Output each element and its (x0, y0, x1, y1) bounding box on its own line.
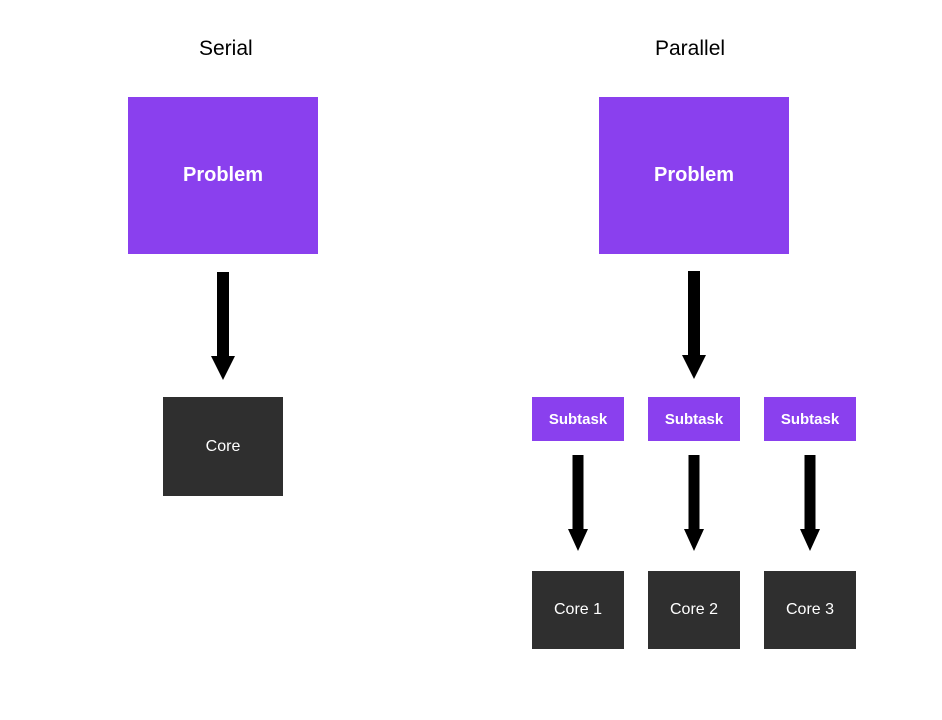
core-label-2: Core 2 (670, 601, 718, 619)
arrow-down-icon (800, 455, 820, 551)
arrow-down-icon (682, 271, 706, 379)
serial-core-label: Core (206, 438, 241, 456)
subtask-label-3: Subtask (781, 411, 839, 428)
serial-heading: Serial (199, 37, 253, 61)
serial-problem-label: Problem (183, 164, 263, 187)
subtask-label-2: Subtask (665, 411, 723, 428)
subtask-box-3: Subtask (764, 397, 856, 441)
subtask-box-2: Subtask (648, 397, 740, 441)
subtask-box-1: Subtask (532, 397, 624, 441)
parallel-heading: Parallel (655, 37, 725, 61)
core-label-3: Core 3 (786, 601, 834, 619)
parallel-problem-box: Problem (599, 97, 789, 254)
serial-core-box: Core (163, 397, 283, 496)
serial-problem-box: Problem (128, 97, 318, 254)
parallel-problem-label: Problem (654, 164, 734, 187)
core-box-1: Core 1 (532, 571, 624, 649)
core-label-1: Core 1 (554, 601, 602, 619)
arrow-down-icon (684, 455, 704, 551)
core-box-2: Core 2 (648, 571, 740, 649)
arrow-down-icon (211, 272, 235, 380)
core-box-3: Core 3 (764, 571, 856, 649)
subtask-label-1: Subtask (549, 411, 607, 428)
arrow-down-icon (568, 455, 588, 551)
